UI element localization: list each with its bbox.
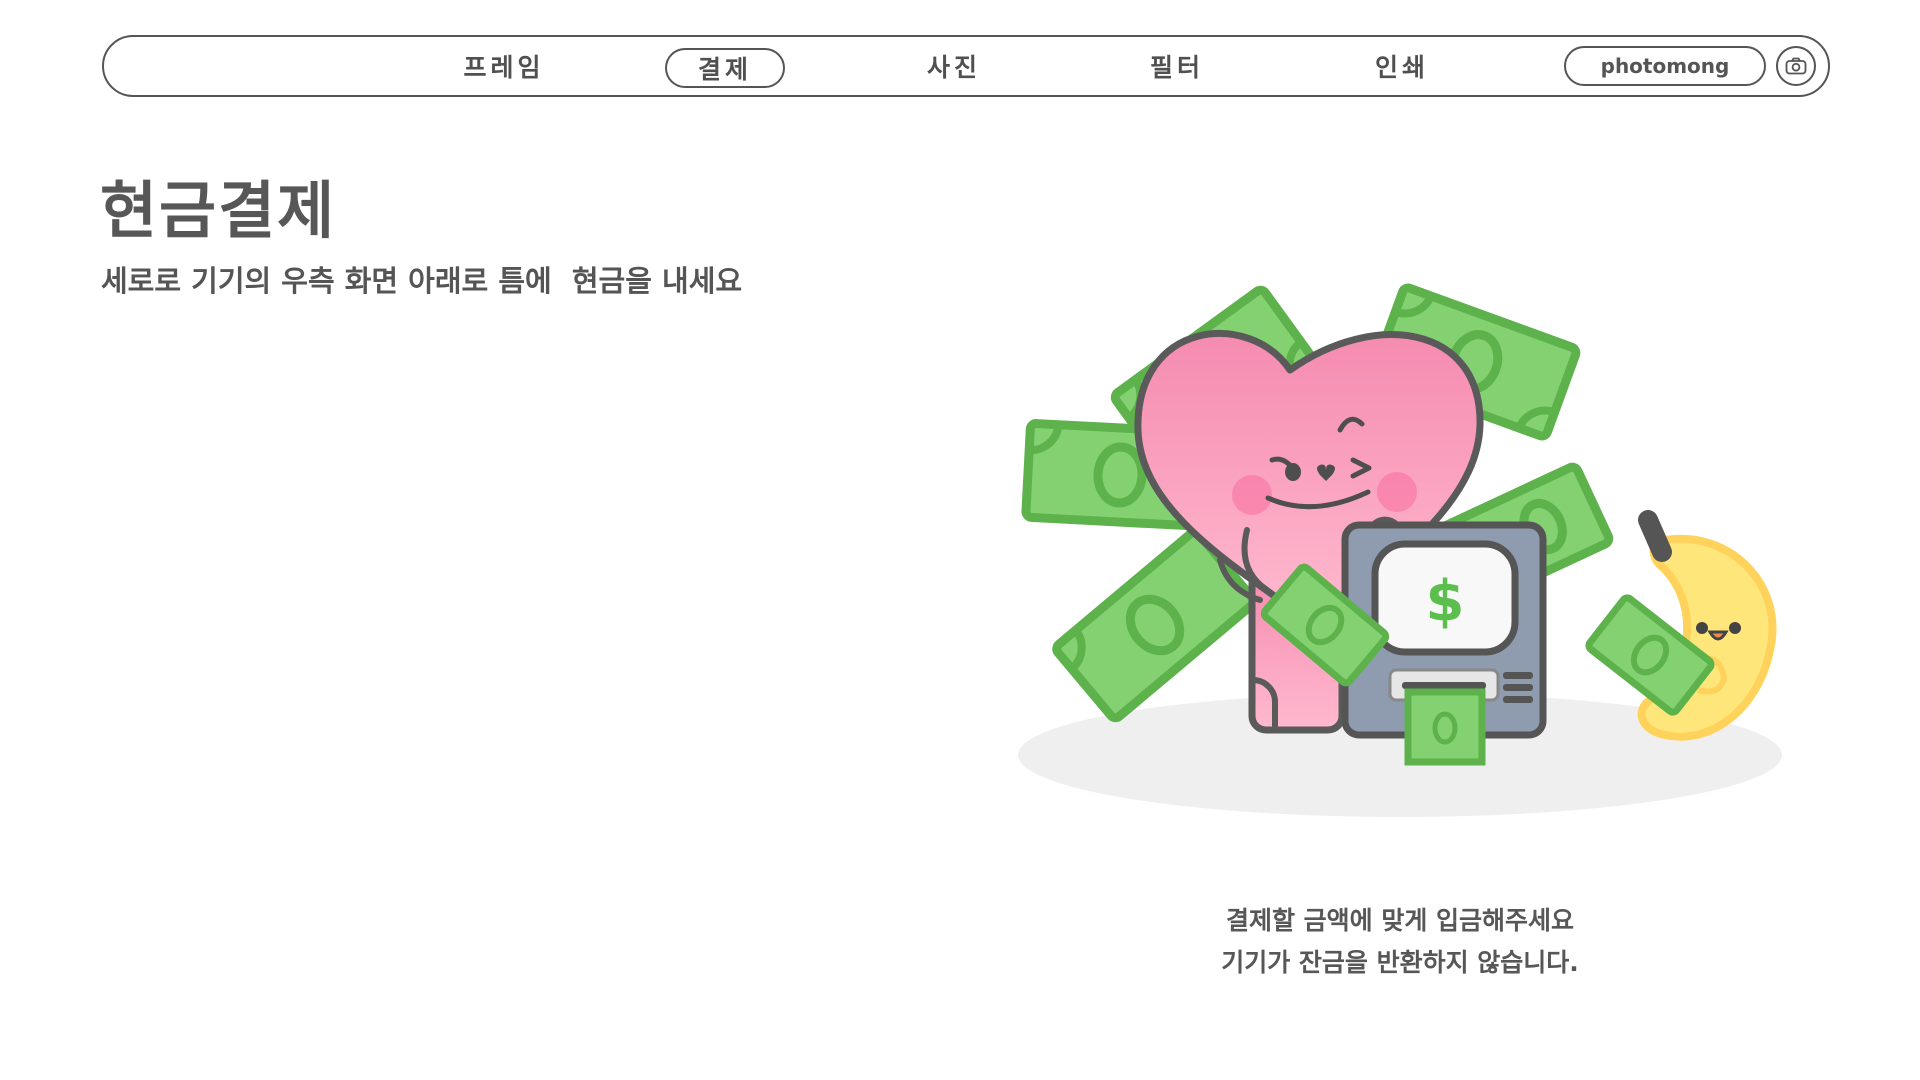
top-navigation-bar: 프레임 결제 사진 필터 인쇄 photomong [102, 35, 1830, 97]
payment-notice: 결제할 금액에 맞게 입금해주세요 기기가 잔금을 반환하지 않습니다. [1100, 900, 1700, 984]
page-title: 현금결제 [100, 174, 337, 247]
camera-icon [1785, 57, 1807, 75]
atm-screen-dollar: $ [1426, 569, 1465, 634]
cash-payment-illustration: $ [1018, 283, 1782, 817]
page-subtitle: 세로로 기기의 우측 화면 아래로 틈에 현금을 내세요 [101, 264, 743, 298]
notice-line: 결제할 금액에 맞게 입금해주세요 [1225, 906, 1575, 935]
nav-tab-photo[interactable]: 사진 [889, 48, 1019, 88]
nav-tab-filter[interactable]: 필터 [1112, 48, 1242, 88]
nav-tab-print[interactable]: 인쇄 [1337, 48, 1467, 88]
notice-line: 기기가 잔금을 반환하지 않습니다. [1221, 948, 1579, 977]
camera-button[interactable] [1776, 46, 1816, 86]
brand-label[interactable]: photomong [1564, 46, 1766, 86]
nav-tab-frame[interactable]: 프레임 [439, 48, 569, 88]
nav-tab-payment[interactable]: 결제 [665, 48, 785, 88]
